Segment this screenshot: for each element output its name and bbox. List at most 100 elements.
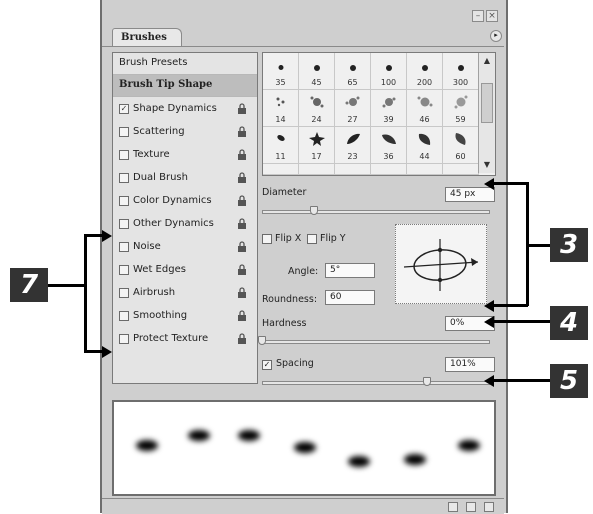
- panel-bottom-bar: [102, 498, 504, 514]
- scroll-up-icon[interactable]: ▲: [481, 55, 493, 67]
- list-item-dual-brush[interactable]: Dual Brush: [113, 168, 257, 190]
- brush-size-label: 23: [347, 152, 358, 161]
- list-item-airbrush[interactable]: Airbrush: [113, 283, 257, 305]
- brush-grid-scrollbar[interactable]: ▲ ▼: [478, 53, 495, 173]
- checkbox[interactable]: [119, 173, 129, 183]
- scroll-down-icon[interactable]: ▼: [481, 159, 493, 171]
- brush-tip-cell[interactable]: 17: [299, 127, 335, 164]
- minimize-button[interactable]: –: [472, 10, 484, 22]
- brush-tip-cell[interactable]: [443, 164, 479, 175]
- brush-tip-cell[interactable]: 24: [299, 90, 335, 127]
- list-item-shape-dynamics[interactable]: ✓ Shape Dynamics: [113, 99, 257, 121]
- brush-dot-icon: [278, 65, 283, 70]
- callout-3: 3: [550, 228, 588, 262]
- list-item-brush-tip-shape[interactable]: Brush Tip Shape: [113, 75, 257, 97]
- diameter-slider-thumb[interactable]: [310, 206, 318, 215]
- list-item-other-dynamics[interactable]: Other Dynamics: [113, 214, 257, 236]
- brush-tip-cell[interactable]: 100: [371, 53, 407, 90]
- new-brush-icon[interactable]: [448, 502, 458, 512]
- checkbox[interactable]: [119, 242, 129, 252]
- lock-icon[interactable]: [237, 172, 247, 184]
- brush-size-label: 60: [455, 152, 466, 161]
- list-item-color-dynamics[interactable]: Color Dynamics: [113, 191, 257, 213]
- brush-ellipse-icon: [403, 239, 479, 291]
- spacing-slider-thumb[interactable]: [423, 377, 431, 386]
- brush-dab: [294, 442, 316, 453]
- lock-icon[interactable]: [237, 264, 247, 276]
- lock-icon[interactable]: [237, 287, 247, 299]
- hardness-slider-track[interactable]: [262, 340, 490, 344]
- brush-tip-cell[interactable]: [299, 164, 335, 175]
- list-item-smoothing[interactable]: Smoothing: [113, 306, 257, 328]
- lock-icon[interactable]: [237, 126, 247, 138]
- brush-tip-cell[interactable]: 35: [263, 53, 299, 90]
- brush-tip-cell[interactable]: 39: [371, 90, 407, 127]
- brush-size-label: 39: [383, 115, 394, 124]
- checkbox[interactable]: [119, 219, 129, 229]
- brush-tip-cell[interactable]: 23: [335, 127, 371, 164]
- leaf-brush-icon: [418, 133, 430, 145]
- brush-tip-cell[interactable]: [407, 164, 443, 175]
- brush-tip-cell[interactable]: 59: [443, 90, 479, 127]
- brush-tip-cell[interactable]: 300: [443, 53, 479, 90]
- brush-tip-cell[interactable]: 14: [263, 90, 299, 127]
- brush-tip-cell[interactable]: [335, 164, 371, 175]
- brush-tip-cell[interactable]: [371, 164, 407, 175]
- angle-roundness-widget[interactable]: [395, 224, 487, 304]
- list-item-texture[interactable]: Texture: [113, 145, 257, 167]
- lock-icon[interactable]: [237, 333, 247, 345]
- list-item-label: Color Dynamics: [133, 195, 212, 206]
- checkbox[interactable]: [119, 311, 129, 321]
- panel-menu-icon[interactable]: ▸: [490, 30, 502, 42]
- checkbox[interactable]: [119, 196, 129, 206]
- diameter-slider-track[interactable]: [262, 210, 490, 214]
- brush-tip-cell[interactable]: 11: [263, 127, 299, 164]
- lock-icon[interactable]: [237, 241, 247, 253]
- lock-icon[interactable]: [237, 310, 247, 322]
- list-item-label: Scattering: [133, 126, 185, 137]
- close-button[interactable]: ×: [486, 10, 498, 22]
- brush-tip-grid: 35 45 65 100 200 300 14 24 27 39 46 59 1…: [262, 52, 496, 176]
- checkbox[interactable]: [119, 288, 129, 298]
- tab-brushes[interactable]: Brushes: [112, 28, 182, 46]
- brush-size-label: 100: [380, 78, 397, 87]
- callout-line: [492, 304, 528, 307]
- list-item-wet-edges[interactable]: Wet Edges: [113, 260, 257, 282]
- lock-icon[interactable]: [237, 195, 247, 207]
- roundness-label: Roundness:: [262, 294, 318, 305]
- brush-tip-cell[interactable]: 60: [443, 127, 479, 164]
- spacing-slider-track[interactable]: [262, 381, 490, 385]
- create-preset-icon[interactable]: [466, 502, 476, 512]
- checkbox[interactable]: [119, 334, 129, 344]
- list-item-brush-presets[interactable]: Brush Presets: [113, 53, 257, 75]
- brush-tip-cell[interactable]: [263, 164, 299, 175]
- hardness-slider-thumb[interactable]: [258, 336, 266, 345]
- brush-tip-cell[interactable]: 45: [299, 53, 335, 90]
- brush-tip-cell[interactable]: 65: [335, 53, 371, 90]
- lock-icon[interactable]: [237, 218, 247, 230]
- scroll-thumb[interactable]: [481, 83, 493, 123]
- spacing-field[interactable]: 101%: [445, 357, 495, 372]
- checkbox[interactable]: ✓: [119, 104, 129, 114]
- brush-tip-cell[interactable]: 44: [407, 127, 443, 164]
- checkbox[interactable]: [119, 150, 129, 160]
- callout-line: [84, 350, 104, 353]
- brush-tip-cell[interactable]: 200: [407, 53, 443, 90]
- spacing-checkbox[interactable]: ✓: [262, 360, 272, 370]
- brush-tip-cell[interactable]: 27: [335, 90, 371, 127]
- flip-x-checkbox[interactable]: [262, 234, 272, 244]
- brush-size-label: 44: [419, 152, 430, 161]
- angle-field[interactable]: 5°: [325, 263, 375, 278]
- trash-icon[interactable]: [484, 502, 494, 512]
- flip-y-checkbox[interactable]: [307, 234, 317, 244]
- list-item-scattering[interactable]: Scattering: [113, 122, 257, 144]
- brush-tip-cell[interactable]: 36: [371, 127, 407, 164]
- checkbox[interactable]: [119, 127, 129, 137]
- list-item-protect-texture[interactable]: Protect Texture: [113, 329, 257, 351]
- lock-icon[interactable]: [237, 149, 247, 161]
- list-item-noise[interactable]: Noise: [113, 237, 257, 259]
- lock-icon[interactable]: [237, 103, 247, 115]
- checkbox[interactable]: [119, 265, 129, 275]
- roundness-field[interactable]: 60: [325, 290, 375, 305]
- brush-tip-cell[interactable]: 46: [407, 90, 443, 127]
